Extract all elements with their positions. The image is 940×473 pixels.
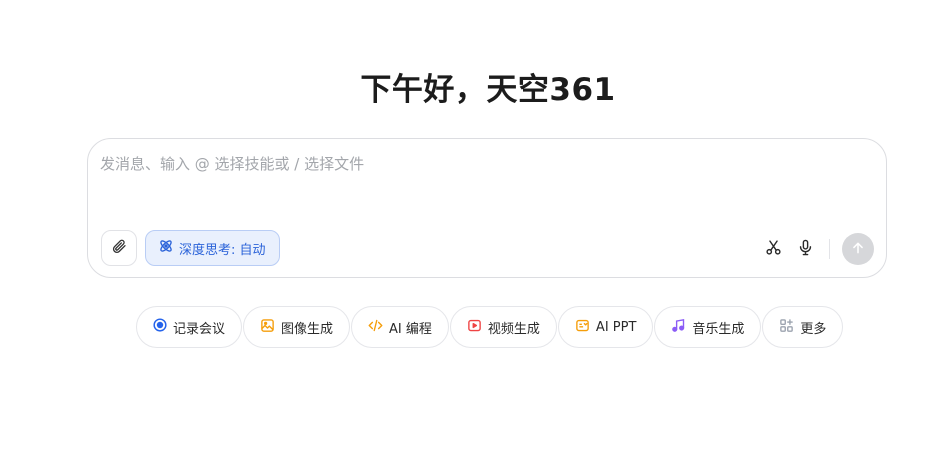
quick-actions: 记录会议 图像生成 AI 编程 视频生成 AI PPT 音乐生成 更多: [136, 306, 844, 348]
voice-input-button[interactable]: [789, 233, 821, 265]
composer-tools: [757, 233, 874, 265]
arrow-up-icon: [851, 240, 865, 259]
scissors-icon: [765, 239, 782, 260]
quick-action-ai-coding[interactable]: AI 编程: [351, 306, 449, 348]
send-button[interactable]: [842, 233, 874, 265]
quick-action-image-generation[interactable]: 图像生成: [243, 306, 351, 348]
quick-action-record-meeting[interactable]: 记录会议: [136, 306, 243, 348]
message-input[interactable]: [100, 153, 870, 213]
image-icon: [260, 318, 275, 337]
chip-label: 记录会议: [173, 321, 226, 337]
chip-label: AI 编程: [389, 321, 432, 337]
chip-label: 更多: [800, 321, 827, 337]
video-icon: [467, 318, 482, 337]
chip-label: 视频生成: [487, 321, 540, 337]
attach-button[interactable]: [101, 230, 137, 266]
tool-divider: [829, 239, 830, 259]
quick-action-video-generation[interactable]: 视频生成: [449, 306, 557, 348]
ppt-icon: [575, 318, 590, 337]
paperclip-icon: [111, 238, 127, 258]
record-icon: [153, 318, 167, 336]
grid-icon: [779, 318, 794, 337]
chip-label: 音乐生成: [692, 321, 745, 337]
microphone-icon: [797, 239, 814, 260]
deep-think-toggle[interactable]: 深度思考: 自动: [145, 230, 280, 266]
quick-action-ai-ppt[interactable]: AI PPT: [557, 306, 654, 348]
quick-action-more[interactable]: 更多: [762, 306, 844, 348]
atom-icon: [158, 238, 174, 258]
chip-label: AI PPT: [595, 319, 637, 335]
greeting-title: 下午好，天空361: [360, 72, 616, 108]
chip-label: 图像生成: [281, 321, 334, 337]
music-icon: [671, 318, 686, 337]
code-icon: [368, 318, 383, 337]
deep-think-label: 深度思考: 自动: [179, 242, 266, 258]
message-composer: 深度思考: 自动: [87, 138, 887, 278]
scissors-button[interactable]: [757, 233, 789, 265]
quick-action-music-generation[interactable]: 音乐生成: [654, 306, 762, 348]
